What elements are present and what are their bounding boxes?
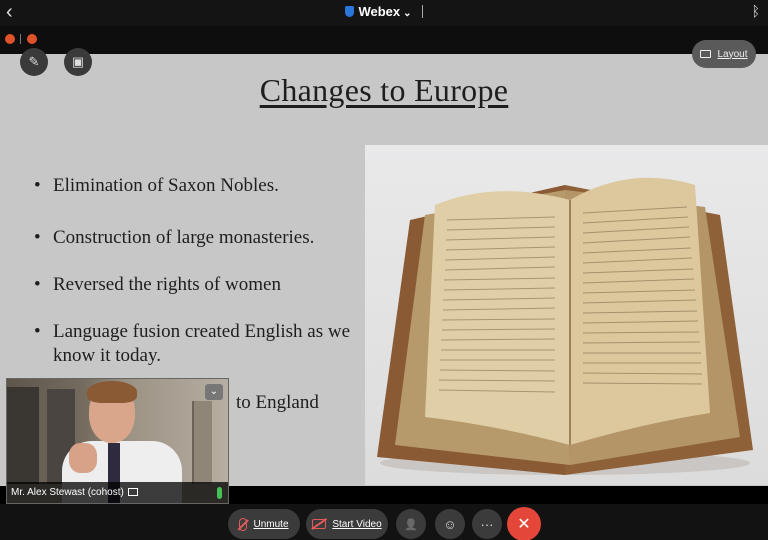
more-icon: ··· xyxy=(480,516,494,532)
status-row xyxy=(0,26,768,54)
close-icon: ✕ xyxy=(517,516,531,533)
leave-meeting-button[interactable]: ✕ xyxy=(507,507,541,540)
app-name: Webex xyxy=(358,4,401,19)
layout-button[interactable]: Layout xyxy=(692,40,756,68)
layout-label: Layout xyxy=(717,48,748,60)
self-video-tile[interactable]: ⌄ Mr. Alex Stewast (cohost) xyxy=(6,378,229,504)
slide-bullet: Reversed the rights of women xyxy=(34,273,364,297)
start-video-button[interactable]: Start Video xyxy=(306,509,388,539)
unmute-label: Unmute xyxy=(253,518,289,530)
video-background xyxy=(7,387,39,484)
chevron-down-icon: ⌄ xyxy=(403,8,412,19)
screen-share-icon: ▣ xyxy=(71,54,85,69)
divider xyxy=(421,5,423,18)
mic-active-icon xyxy=(217,487,222,499)
pen-icon: ✎ xyxy=(28,54,40,69)
participants-icon: 👤 xyxy=(404,518,418,531)
unmute-button[interactable]: Unmute xyxy=(228,509,300,539)
shield-icon xyxy=(345,6,355,17)
participant-video xyxy=(87,381,137,403)
slide-bullet: Construction of large monasteries. xyxy=(34,226,364,250)
layout-icon xyxy=(700,50,712,58)
recording-icon xyxy=(5,34,15,44)
book-image xyxy=(365,145,768,485)
slide-title: Changes to Europe xyxy=(259,72,509,108)
more-options-button[interactable]: ··· xyxy=(472,509,502,539)
share-screen-button[interactable]: ▣ xyxy=(64,48,92,76)
camera-off-icon xyxy=(312,519,327,529)
participant-video xyxy=(69,443,97,473)
recording-icon xyxy=(27,34,37,44)
slide-bullet: Elimination of Saxon Nobles. xyxy=(34,174,364,198)
participant-nameplate: Mr. Alex Stewast (cohost) xyxy=(7,482,228,503)
divider xyxy=(20,34,21,44)
participants-button[interactable]: 👤 xyxy=(396,509,426,539)
top-bar: ‹ Webex ⌄ ᛒ xyxy=(0,0,768,26)
reactions-button[interactable]: ☺ xyxy=(435,509,465,539)
bluetooth-icon: ᛒ xyxy=(751,3,760,19)
share-icon xyxy=(127,488,138,496)
annotate-button[interactable]: ✎ xyxy=(20,48,48,76)
participant-name: Mr. Alex Stewast (cohost) xyxy=(11,487,124,498)
meeting-title[interactable]: Webex ⌄ xyxy=(0,4,768,19)
slide-bullet: Language fusion created English as we kn… xyxy=(34,320,364,368)
meeting-controls: Unmute Start Video 👤 ☺ ··· ✕ xyxy=(0,504,768,540)
smiley-icon: ☺ xyxy=(443,516,457,532)
start-video-label: Start Video xyxy=(332,518,382,530)
collapse-video-button[interactable]: ⌄ xyxy=(205,384,223,400)
open-book-illustration xyxy=(377,177,753,475)
mic-muted-icon xyxy=(239,517,248,531)
left-page xyxy=(425,191,570,445)
video-background xyxy=(192,401,212,484)
